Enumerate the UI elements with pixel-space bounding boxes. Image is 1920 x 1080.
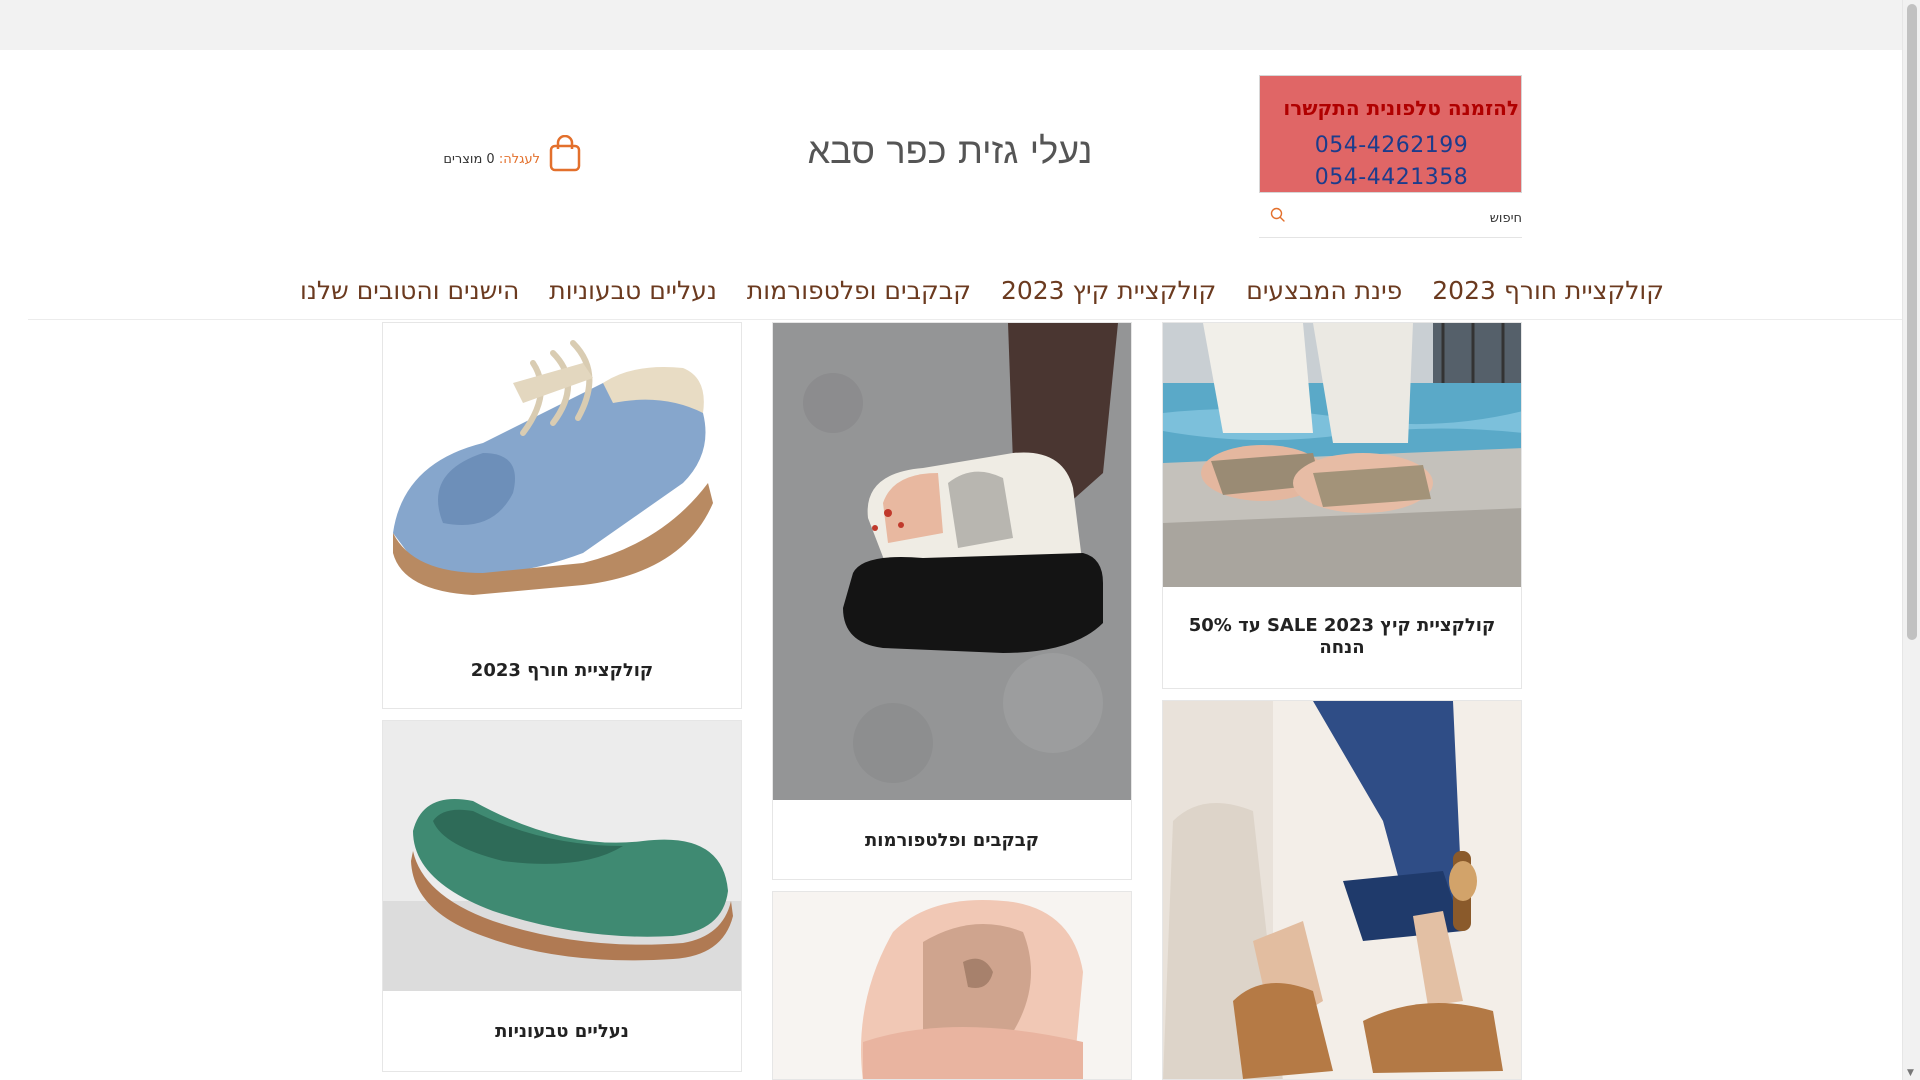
phone-order-banner: להזמנה טלפונית התקשרו 054-4262199 054-44… <box>1259 75 1522 193</box>
phone-number-2[interactable]: 054-4421358 <box>1260 165 1523 190</box>
blue-winter-shoe-photo-icon[interactable] <box>383 323 741 630</box>
cart-widget[interactable]: לעגלה: 0 מוצרים <box>440 133 590 177</box>
product-caption[interactable]: קבקבים ופלטפורמות <box>783 830 1121 852</box>
summer-sandals-photo-icon[interactable] <box>1163 323 1521 587</box>
brown-sandals-photo-icon[interactable] <box>1163 701 1521 1079</box>
product-card-clogs-platforms[interactable]: קבקבים ופלטפורמות <box>772 322 1132 880</box>
browser-top-bar <box>0 0 1902 50</box>
search-input[interactable] <box>1292 206 1522 230</box>
shopping-bag-icon[interactable] <box>548 135 582 173</box>
cart-label[interactable]: לעגלה: <box>499 152 540 167</box>
cart-text[interactable]: לעגלה: 0 מוצרים <box>443 152 540 167</box>
site-title[interactable]: נעלי גזית כפר סבא <box>760 130 1140 172</box>
nav-item-vegan-shoes[interactable]: נעליים טבעוניות <box>549 276 717 305</box>
nav-item-clogs-platforms[interactable]: קבקבים ופלטפורמות <box>747 276 971 305</box>
nav-list: הישנים והטובים שלנו נעליים טבעוניות קבקב… <box>300 276 1664 305</box>
search-icon[interactable] <box>1269 206 1287 224</box>
cart-count[interactable]: 0 מוצרים <box>443 152 499 167</box>
green-flat-shoe-photo-icon[interactable] <box>383 721 741 991</box>
page-scrollbar[interactable]: ▼ <box>1902 0 1920 1080</box>
product-card-brown-sandals[interactable] <box>1162 700 1522 1080</box>
pink-flat-shoe-photo-icon[interactable] <box>773 892 1131 1079</box>
search-box <box>1259 200 1522 238</box>
product-card-summer-sale[interactable]: קולקציית קיץ 2023 SALE עד 50% הנחה <box>1162 322 1522 689</box>
product-card-pink-flat[interactable] <box>772 891 1132 1080</box>
product-caption[interactable]: נעליים טבעוניות <box>393 1021 731 1043</box>
nav-item-summer-2023[interactable]: קולקציית קיץ 2023 <box>1001 276 1216 305</box>
product-card-winter-collection[interactable]: קולקציית חורף 2023 <box>382 322 742 709</box>
product-card-vegan-shoes[interactable]: נעליים טבעוניות <box>382 720 742 1072</box>
main-navigation: הישנים והטובים שלנו נעליים טבעוניות קבקב… <box>28 270 1902 320</box>
nav-item-old-and-good[interactable]: הישנים והטובים שלנו <box>300 276 519 305</box>
platform-sandal-photo-icon[interactable] <box>773 323 1131 800</box>
phone-banner-heading: להזמנה טלפונית התקשרו <box>1283 96 1519 120</box>
phone-number-1[interactable]: 054-4262199 <box>1260 133 1523 158</box>
scroll-down-arrow-icon[interactable]: ▼ <box>1907 1068 1914 1078</box>
product-caption[interactable]: קולקציית חורף 2023 <box>393 660 731 682</box>
nav-item-winter-2023[interactable]: קולקציית חורף 2023 <box>1432 276 1664 305</box>
nav-item-sales-corner[interactable]: פינת המבצעים <box>1246 276 1402 305</box>
scrollbar-thumb[interactable] <box>1907 4 1917 640</box>
product-caption[interactable]: קולקציית קיץ 2023 SALE עד 50% הנחה <box>1173 615 1511 659</box>
